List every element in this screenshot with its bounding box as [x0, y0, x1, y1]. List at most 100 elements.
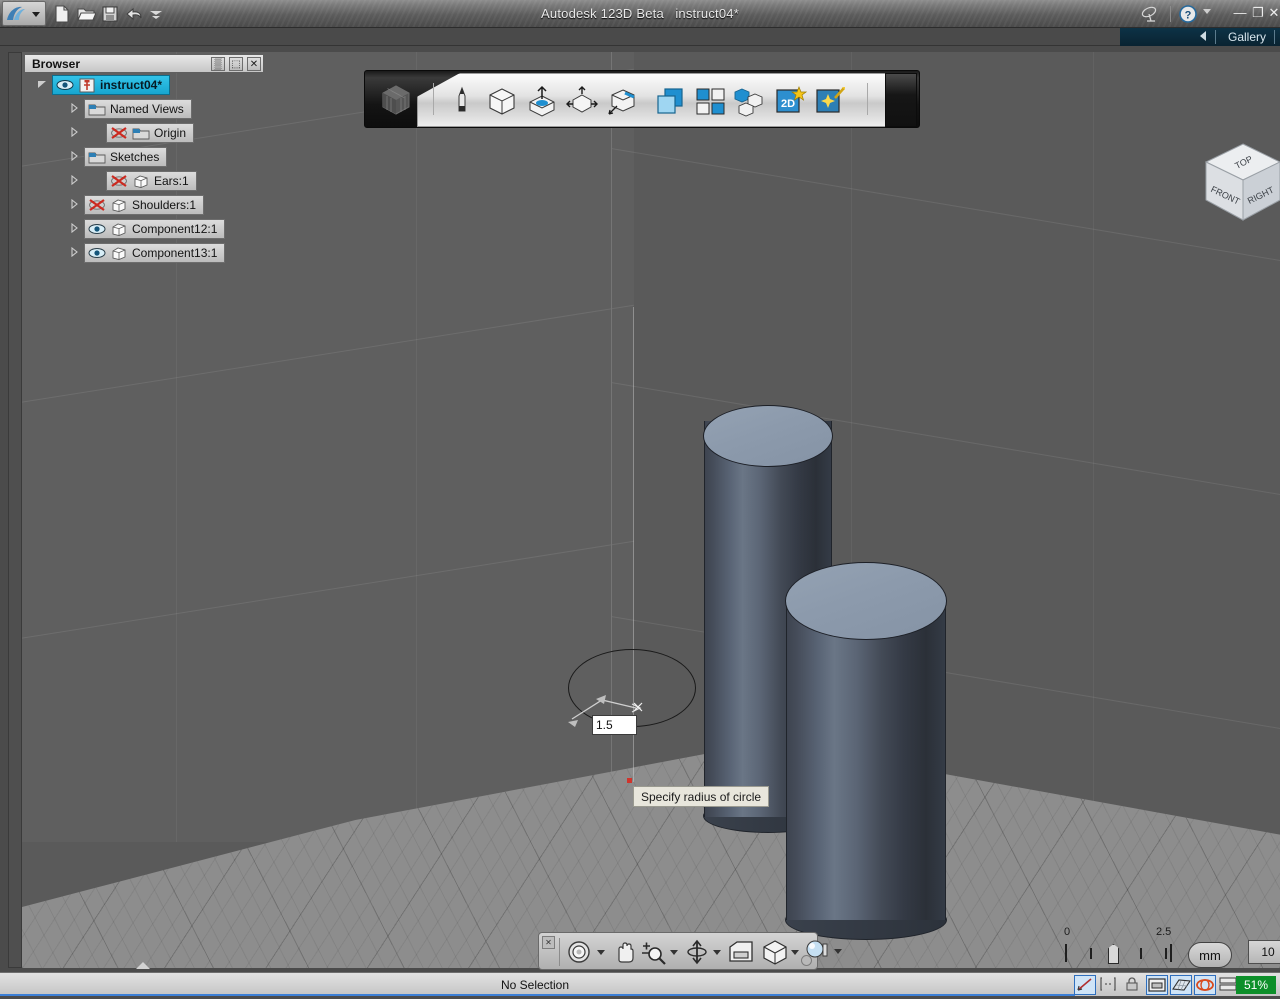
browser-header: Browser ▒ ⬚ ✕: [24, 54, 264, 73]
tree-row[interactable]: Sketches: [24, 145, 264, 169]
tree-row[interactable]: Ears:1: [24, 169, 264, 193]
eye-hidden-icon[interactable]: [110, 174, 128, 189]
orbit-mode-toggle[interactable]: [1194, 975, 1216, 995]
svg-text:?: ?: [1185, 10, 1192, 22]
satellite-dish-icon[interactable]: [1140, 4, 1160, 24]
gallery-label[interactable]: Gallery: [1228, 29, 1266, 45]
eye-visible-icon[interactable]: [88, 246, 106, 261]
tree-row[interactable]: Component13:1: [24, 241, 264, 265]
tree-row[interactable]: Origin: [24, 121, 264, 145]
section-view-icon[interactable]: [727, 939, 755, 965]
construction-mode-toggle[interactable]: [1098, 975, 1120, 995]
twod-star-icon[interactable]: 2D: [773, 84, 807, 118]
browser-panel[interactable]: Browser ▒ ⬚ ✕ instruct04* Named Views: [24, 54, 264, 265]
sketch-pencil-icon[interactable]: [445, 84, 479, 118]
close-window-button[interactable]: ✕: [1266, 5, 1280, 21]
tree-node-label: Named Views: [110, 102, 184, 116]
grid-display-toggle[interactable]: [1170, 975, 1192, 995]
radius-dimension-input[interactable]: 1.5: [592, 715, 637, 735]
combine-solids-icon[interactable]: [653, 84, 687, 118]
restore-window-button[interactable]: ❐: [1250, 5, 1266, 21]
browser-layout-button[interactable]: ⬚: [229, 57, 243, 71]
cylinder-front[interactable]: [786, 562, 946, 962]
zoom-dropdown-icon[interactable]: [670, 950, 678, 955]
document-pin-icon: [78, 78, 96, 93]
rotate-dropdown-icon[interactable]: [713, 950, 721, 955]
command-tooltip: Specify radius of circle: [633, 786, 769, 807]
material-dropdown-icon[interactable]: [834, 949, 842, 954]
collapse-triangle-icon[interactable]: [36, 79, 48, 91]
tree-row[interactable]: Shoulders:1: [24, 193, 264, 217]
tree-row[interactable]: instruct04*: [24, 73, 264, 97]
rotate-view-icon[interactable]: [683, 939, 711, 965]
grid-panels-icon[interactable]: [693, 84, 727, 118]
main-toolbar[interactable]: 2D: [364, 70, 920, 128]
navigation-bar[interactable]: ✕: [538, 932, 818, 970]
panel-resize-grip[interactable]: [136, 962, 150, 969]
cylinder-front-side: [786, 602, 946, 920]
gallery-separator-left: [1215, 30, 1216, 44]
tree-row[interactable]: Component12:1: [24, 217, 264, 241]
gallery-tab[interactable]: Gallery: [1120, 28, 1280, 46]
navbar-close-button[interactable]: ✕: [542, 936, 555, 949]
left-arrow-icon[interactable]: [1200, 31, 1206, 41]
expand-triangle-icon[interactable]: [68, 223, 80, 235]
group-cubes-icon[interactable]: [733, 84, 767, 118]
wall-gridline-vertical: [416, 52, 417, 842]
eye-visible-icon[interactable]: [56, 78, 74, 93]
orbit-tool-icon[interactable]: [565, 939, 593, 965]
app-title: Autodesk 123D Beta: [541, 6, 664, 21]
cube-logo-icon[interactable]: [379, 83, 413, 117]
status-bar: No Selection 51%: [0, 972, 1280, 996]
tree-node-component12[interactable]: Component12:1: [84, 219, 225, 239]
scale-tick: [1170, 944, 1172, 962]
zoom-tool-icon[interactable]: [639, 939, 667, 965]
browser-filter-button[interactable]: ▒: [211, 57, 225, 71]
magic-wand-icon[interactable]: [813, 84, 847, 118]
lock-toggle[interactable]: [1122, 975, 1144, 995]
titlebar-separator: [1170, 6, 1171, 22]
material-sphere-icon[interactable]: [803, 938, 831, 964]
tree-node-ears[interactable]: Ears:1: [106, 171, 197, 191]
eye-hidden-icon[interactable]: [110, 126, 128, 141]
scale-slider-widget[interactable]: 0 2.5 0.5 mm 10: [1052, 918, 1280, 968]
expand-triangle-icon[interactable]: [68, 199, 80, 211]
tree-row[interactable]: Named Views: [24, 97, 264, 121]
tree-node-shoulders[interactable]: Shoulders:1: [84, 195, 204, 215]
expand-triangle-icon[interactable]: [68, 151, 80, 163]
help-dropdown-icon[interactable]: [1200, 4, 1220, 24]
expand-triangle-icon[interactable]: [68, 127, 80, 139]
sketch-origin-point: [627, 778, 632, 783]
browser-close-button[interactable]: ✕: [247, 57, 261, 71]
modify-cube-icon[interactable]: [565, 84, 599, 118]
tree-node-named-views[interactable]: Named Views: [84, 99, 192, 119]
expand-triangle-icon[interactable]: [68, 247, 80, 259]
primitive-cube-icon[interactable]: [485, 84, 519, 118]
scale-tick: [1165, 948, 1167, 959]
extrude-cube-icon[interactable]: [525, 84, 559, 118]
tree-node-label: Component13:1: [132, 246, 217, 260]
pattern-cube-icon[interactable]: [605, 84, 639, 118]
expand-triangle-icon[interactable]: [68, 103, 80, 115]
help-icon[interactable]: ?: [1178, 4, 1198, 24]
minimize-window-button[interactable]: —: [1232, 5, 1248, 21]
scale-slider-handle[interactable]: [1108, 944, 1119, 964]
tree-node-label: Origin: [154, 126, 186, 140]
tree-node-instruct04[interactable]: instruct04*: [52, 75, 170, 95]
tree-node-component13[interactable]: Component13:1: [84, 243, 225, 263]
scale-max-value-field[interactable]: 10: [1248, 940, 1280, 964]
view-cube[interactable]: TOP FRONT RIGHT: [1200, 140, 1280, 226]
snap-to-grid-toggle[interactable]: [1074, 975, 1096, 995]
pan-tool-icon[interactable]: [611, 939, 639, 965]
tree-node-origin[interactable]: Origin: [106, 123, 194, 143]
eye-visible-icon[interactable]: [88, 222, 106, 237]
workplane-toggle[interactable]: [1146, 975, 1168, 995]
left-gutter-panel: [8, 52, 22, 968]
scale-unit-button[interactable]: mm: [1188, 942, 1232, 968]
expand-triangle-icon[interactable]: [68, 175, 80, 187]
tree-node-sketches[interactable]: Sketches: [84, 147, 167, 167]
toolbar-separator: [867, 83, 868, 115]
eye-hidden-icon[interactable]: [88, 198, 106, 213]
zoom-level-badge[interactable]: 51%: [1236, 976, 1276, 994]
orbit-dropdown-icon[interactable]: [597, 950, 605, 955]
